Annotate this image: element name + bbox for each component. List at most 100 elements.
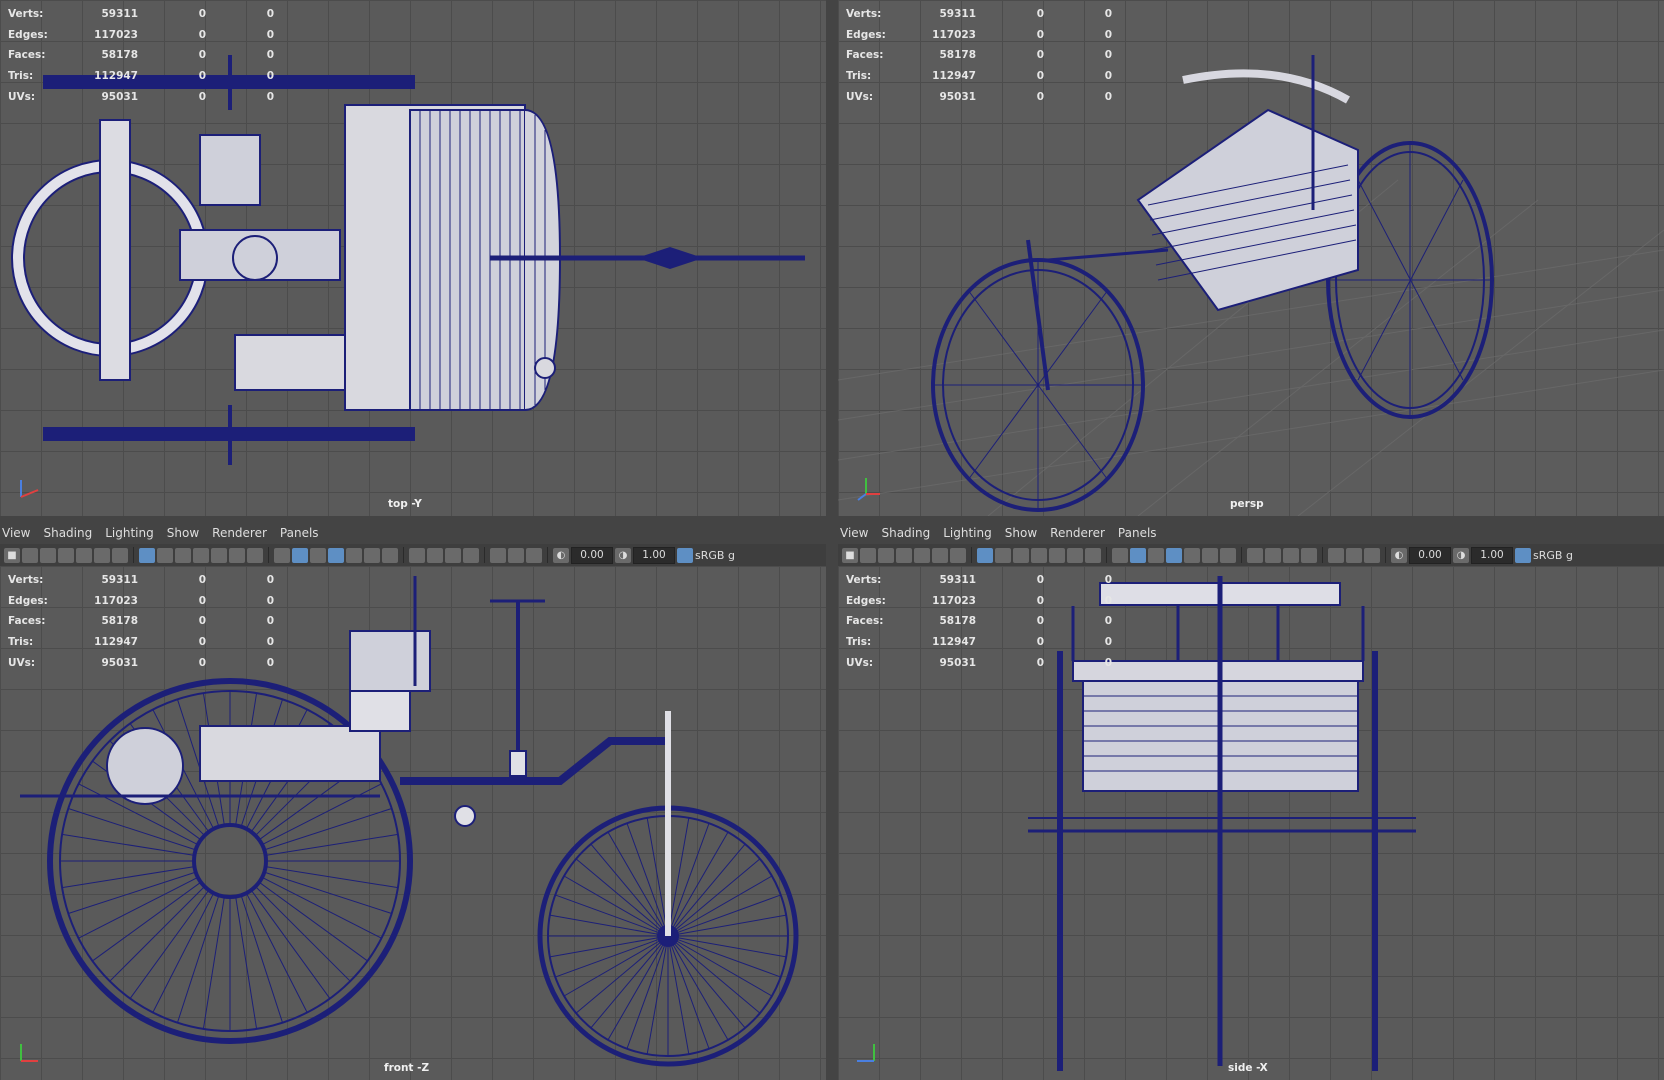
camera-icon[interactable]: ■ — [4, 547, 20, 563]
camera-attr-icon[interactable] — [22, 547, 38, 563]
lights-icon[interactable] — [1202, 547, 1218, 563]
exposure-icon[interactable]: ◐ — [1391, 547, 1407, 563]
shadows-icon[interactable] — [382, 547, 398, 563]
wireframe-icon[interactable] — [1112, 547, 1128, 563]
menu-renderer[interactable]: Renderer — [210, 526, 278, 540]
hud-toggle-icon[interactable] — [508, 547, 524, 563]
viewport-side[interactable]: Verts: 59311 0 0 Edges: 117023 0 0 Faces: 58178… — [838, 566, 1664, 1080]
bookmark-icon[interactable] — [878, 547, 894, 563]
color-space-label[interactable]: sRGB g — [1533, 549, 1573, 562]
image-plane-icon[interactable] — [896, 547, 912, 563]
multi-sample-icon[interactable] — [526, 547, 542, 563]
field-chart-icon[interactable] — [1049, 547, 1065, 563]
wireframe-icon[interactable] — [274, 547, 290, 563]
multi-sample-icon[interactable] — [1364, 547, 1380, 563]
panel-menu-bar: View Shading Lighting Show Renderer Pane… — [838, 522, 1664, 544]
camera-attr-icon[interactable] — [860, 547, 876, 563]
motion-blur-icon[interactable] — [463, 547, 479, 563]
poly-count-hud: Verts: 59311 0 0 Edges: 117023 0 0 Faces: 58178… — [8, 8, 274, 103]
menu-shading[interactable]: Shading — [41, 526, 103, 540]
gamma-icon[interactable]: ◑ — [1453, 547, 1469, 563]
field-chart-icon[interactable] — [211, 547, 227, 563]
bookmark-icon[interactable] — [40, 547, 56, 563]
resolution-gate-icon[interactable] — [175, 547, 191, 563]
film-gate-icon[interactable] — [157, 547, 173, 563]
camera-label: persp — [1230, 498, 1264, 510]
menu-view[interactable]: View — [838, 526, 879, 540]
resolution-gate-icon[interactable] — [1013, 547, 1029, 563]
exposure-icon[interactable]: ◐ — [553, 547, 569, 563]
xray-joints-icon[interactable] — [1265, 547, 1281, 563]
menu-renderer[interactable]: Renderer — [1048, 526, 1116, 540]
panel-menu-bar: View Shading Lighting Show Renderer Pane… — [0, 522, 826, 544]
safe-title-icon[interactable] — [1085, 547, 1101, 563]
ambient-occlusion-icon[interactable] — [1283, 547, 1299, 563]
smooth-shade-icon[interactable] — [1130, 547, 1146, 563]
exposure-field[interactable]: 0.00 — [571, 546, 613, 564]
safe-title-icon[interactable] — [247, 547, 263, 563]
film-gate-icon[interactable] — [995, 547, 1011, 563]
pan-zoom-icon[interactable] — [932, 547, 948, 563]
motion-blur-icon[interactable] — [1301, 547, 1317, 563]
menu-view[interactable]: View — [0, 526, 41, 540]
lights-icon[interactable] — [364, 547, 380, 563]
default-material-icon[interactable] — [1148, 547, 1164, 563]
xray-icon[interactable] — [1247, 547, 1263, 563]
menu-shading[interactable]: Shading — [879, 526, 941, 540]
gate-mask-icon[interactable] — [193, 547, 209, 563]
axis-gizmo-icon — [20, 480, 39, 498]
menu-lighting[interactable]: Lighting — [103, 526, 165, 540]
gamma-icon[interactable]: ◑ — [615, 547, 631, 563]
hud-toggle-icon[interactable] — [1346, 547, 1362, 563]
poly-count-hud: Verts: 59311 0 0 Edges: 117023 0 0 Faces: 58178… — [846, 574, 1112, 669]
color-management-icon[interactable] — [677, 547, 693, 563]
grid-icon[interactable] — [139, 547, 155, 563]
grid-icon[interactable] — [977, 547, 993, 563]
grease-pencil-icon[interactable] — [112, 547, 128, 563]
safe-action-icon[interactable] — [229, 547, 245, 563]
menu-show[interactable]: Show — [1003, 526, 1048, 540]
isolate-select-icon[interactable] — [1328, 547, 1344, 563]
ambient-occlusion-icon[interactable] — [445, 547, 461, 563]
menu-panels[interactable]: Panels — [278, 526, 330, 540]
viewport-top[interactable]: Verts: 59311 0 0 Edges: 117023 0 0 Faces: 58178… — [0, 0, 826, 516]
image-plane-icon[interactable] — [58, 547, 74, 563]
axis-gizmo-icon — [857, 1044, 875, 1062]
vertical-pane-divider[interactable] — [826, 0, 838, 1080]
pan-zoom-icon[interactable] — [94, 547, 110, 563]
gamma-field[interactable]: 1.00 — [1471, 546, 1513, 564]
color-space-label[interactable]: sRGB g — [695, 549, 735, 562]
exposure-field[interactable]: 0.00 — [1409, 546, 1451, 564]
camera-label: side -X — [1228, 1062, 1268, 1074]
textured-icon[interactable] — [346, 547, 362, 563]
panel-toolbar: ■ ◐ 0.00 ◑ 1.00 sRGB g — [838, 544, 1664, 566]
smooth-shade-icon[interactable] — [292, 547, 308, 563]
bookmark-2-icon[interactable] — [914, 547, 930, 563]
axis-gizmo-icon — [857, 478, 880, 501]
textured-icon[interactable] — [1184, 547, 1200, 563]
gate-mask-icon[interactable] — [1031, 547, 1047, 563]
default-material-icon[interactable] — [310, 547, 326, 563]
camera-label: top -Y — [388, 498, 422, 510]
menu-panels[interactable]: Panels — [1116, 526, 1168, 540]
panel-toolbar: ■ ◐ 0.00 ◑ 1.00 sRGB g — [0, 544, 826, 566]
axis-gizmo-icon — [20, 1044, 38, 1062]
shadows-icon[interactable] — [1220, 547, 1236, 563]
poly-count-hud: Verts: 59311 0 0 Edges: 117023 0 0 Faces: 58178… — [846, 8, 1112, 103]
menu-lighting[interactable]: Lighting — [941, 526, 1003, 540]
grease-pencil-icon[interactable] — [950, 547, 966, 563]
viewport-persp[interactable]: Verts: 59311 0 0 Edges: 117023 0 0 Faces: 58178… — [838, 0, 1664, 516]
bookmark-2-icon[interactable] — [76, 547, 92, 563]
camera-label: front -Z — [384, 1062, 430, 1074]
xray-icon[interactable] — [409, 547, 425, 563]
safe-action-icon[interactable] — [1067, 547, 1083, 563]
wireframe-on-shaded-icon[interactable] — [328, 547, 344, 563]
viewport-front[interactable]: Verts: 59311 0 0 Edges: 117023 0 0 Faces: 58178… — [0, 566, 826, 1080]
color-management-icon[interactable] — [1515, 547, 1531, 563]
menu-show[interactable]: Show — [165, 526, 210, 540]
gamma-field[interactable]: 1.00 — [633, 546, 675, 564]
xray-joints-icon[interactable] — [427, 547, 443, 563]
camera-icon[interactable]: ■ — [842, 547, 858, 563]
wireframe-on-shaded-icon[interactable] — [1166, 547, 1182, 563]
isolate-select-icon[interactable] — [490, 547, 506, 563]
